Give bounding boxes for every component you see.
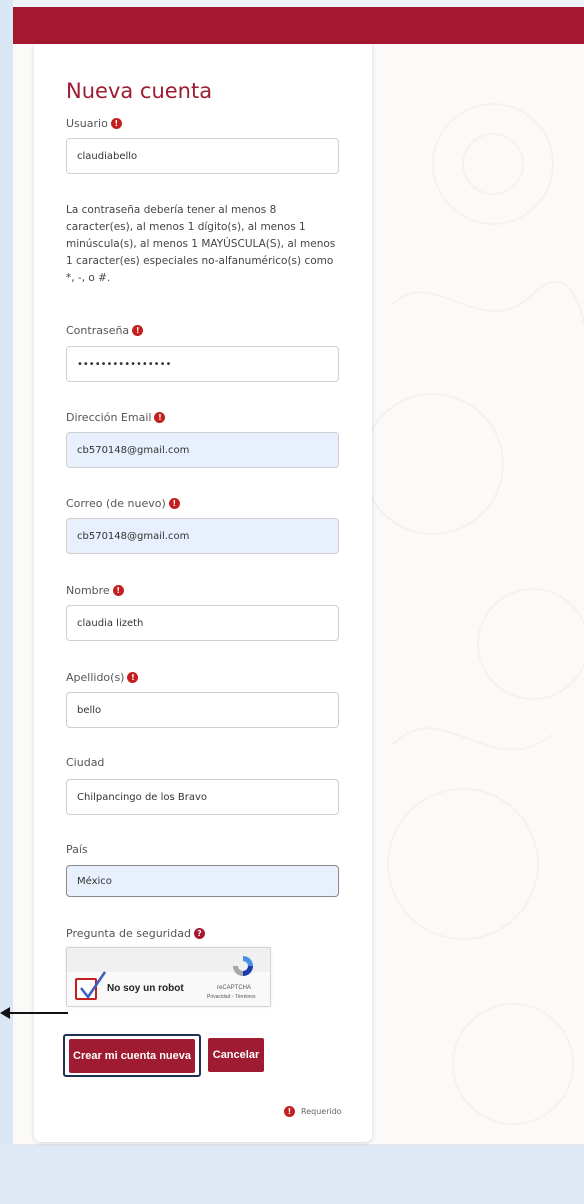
- password-label-text: Contraseña: [66, 324, 130, 337]
- city-label: Ciudad: [66, 756, 104, 769]
- password-label: Contraseña !: [66, 324, 144, 337]
- email-label: Dirección Email !: [66, 411, 166, 424]
- left-side-strip: [0, 0, 13, 1145]
- first-name-label-text: Nombre: [66, 584, 110, 597]
- page-title: Nueva cuenta: [66, 79, 213, 103]
- first-name-label: Nombre !: [66, 584, 124, 597]
- required-legend: ! Requerido: [284, 1106, 342, 1117]
- city-label-text: Ciudad: [66, 756, 105, 769]
- recaptcha-links[interactable]: Privacidad - Términos: [207, 994, 256, 1000]
- required-icon: !: [110, 118, 122, 129]
- email-confirm-label-text: Correo (de nuevo): [66, 497, 166, 510]
- password-policy-note: La contraseña debería tener al menos 8 c…: [66, 204, 336, 284]
- required-icon: !: [112, 585, 124, 596]
- email-confirm-label: Correo (de nuevo) !: [66, 497, 180, 510]
- required-icon: !: [154, 412, 166, 423]
- username-input[interactable]: [66, 138, 339, 174]
- recaptcha-brand: reCAPTCHA: [217, 985, 252, 991]
- required-icon: !: [168, 498, 180, 509]
- city-input[interactable]: [66, 779, 339, 815]
- last-name-label: Apellido(s) !: [66, 671, 139, 684]
- pointer-arrow-icon: [0, 1007, 68, 1019]
- username-label: Usuario !: [66, 117, 122, 130]
- recaptcha-logo-icon: [233, 956, 253, 976]
- first-name-input[interactable]: [66, 605, 339, 641]
- recaptcha-label: No soy un robot: [107, 983, 184, 994]
- country-select[interactable]: [66, 865, 339, 897]
- required-icon: !: [284, 1106, 295, 1117]
- username-label-text: Usuario: [66, 117, 108, 130]
- email-confirm-input[interactable]: [66, 518, 339, 554]
- email-label-text: Dirección Email: [66, 411, 152, 424]
- footer-area: [13, 1144, 584, 1204]
- create-account-button[interactable]: Crear mi cuenta nueva: [69, 1039, 195, 1073]
- help-icon[interactable]: ?: [193, 928, 205, 939]
- required-icon: !: [127, 672, 139, 683]
- security-question-label-text: Pregunta de seguridad: [66, 927, 191, 940]
- required-icon: !: [132, 325, 144, 336]
- country-label: País: [66, 843, 88, 856]
- country-label-text: País: [66, 843, 88, 856]
- last-name-label-text: Apellido(s): [66, 671, 125, 684]
- email-input[interactable]: [66, 432, 339, 468]
- password-input[interactable]: [66, 346, 339, 382]
- recaptcha-widget[interactable]: No soy un robot reCAPTCHA Privacidad - T…: [66, 947, 271, 1007]
- signup-form-card: Nueva cuenta Usuario ! La contraseña deb…: [34, 44, 372, 1142]
- cancel-button[interactable]: Cancelar: [208, 1038, 264, 1072]
- header-top-edge: [13, 0, 584, 7]
- header-bar: [13, 0, 584, 44]
- last-name-input[interactable]: [66, 692, 339, 728]
- required-legend-label: Requerido: [301, 1107, 342, 1116]
- security-question-label: Pregunta de seguridad ?: [66, 927, 205, 940]
- checkmark-icon: [80, 971, 107, 1000]
- create-button-highlight: Crear mi cuenta nueva: [63, 1034, 201, 1077]
